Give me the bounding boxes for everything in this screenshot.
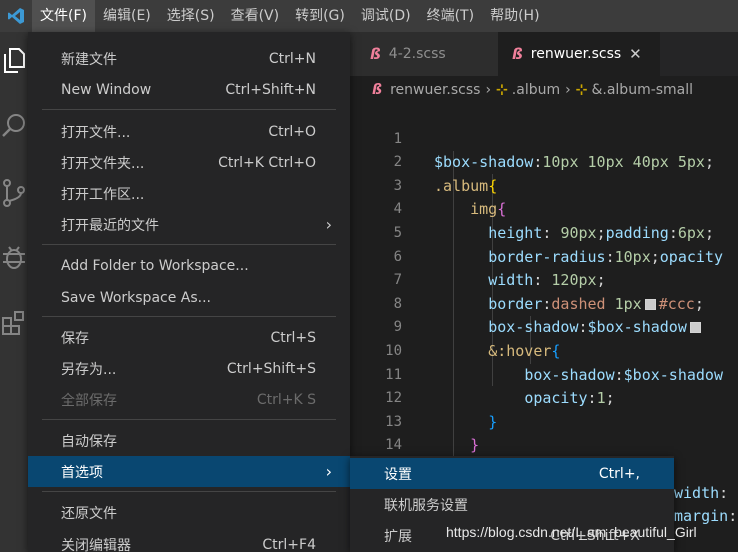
menu-item-add-folder[interactable]: Add Folder to Workspace... (28, 250, 350, 281)
code-line: 12 } (350, 364, 738, 431)
code-line: 14 &.album-small{ (350, 411, 738, 478)
menu-item-open-file[interactable]: 打开文件... Ctrl+O (28, 116, 350, 147)
menu-file[interactable]: 文件(F) (32, 0, 95, 32)
code-line: 2 .album{ (350, 128, 738, 195)
tab-label: 4-2.scss (388, 46, 446, 62)
chevron-right-icon: › (565, 82, 571, 98)
menu-item-new-file[interactable]: 新建文件 Ctrl+N (28, 43, 350, 74)
source-control-icon[interactable] (0, 178, 28, 208)
tab-renwuer-scss[interactable]: ß renwuer.scss ✕ (498, 32, 660, 76)
menu-separator (42, 316, 336, 317)
code-line: 8 box-shadow:$box-shadow (350, 269, 738, 336)
tab-label: renwuer.scss (530, 46, 622, 62)
menu-item-save-all: 全部保存 Ctrl+K S (61, 391, 316, 409)
code-line: 10 box-shadow:$box-shadow (350, 316, 738, 384)
code-line: 15 img{ (350, 434, 738, 502)
menu-item-preferences[interactable]: 首选项 › (28, 456, 350, 487)
menu-selection[interactable]: 选择(S) (159, 0, 223, 32)
code-line: 1 $box-shadow:10px 10px 40px 5px; (350, 104, 738, 172)
breadcrumb-symbol[interactable]: .album (512, 82, 560, 98)
menu-item-open-folder[interactable]: 打开文件夹... Ctrl+K Ctrl+O (28, 147, 350, 178)
explorer-icon[interactable] (0, 46, 28, 74)
tab-4-2-scss[interactable]: ß 4-2.scss (350, 32, 498, 76)
submenu-item-online-services[interactable]: 联机服务设置 (350, 489, 674, 520)
vscode-logo-icon (0, 0, 32, 32)
menu-separator (42, 419, 336, 420)
menu-debug[interactable]: 调试(D) (353, 0, 419, 32)
menu-item-open-workspace[interactable]: 打开工作区... (28, 178, 350, 209)
sass-icon: ß (512, 45, 523, 63)
code-line: 7 border:dashed 1px #ccc; (350, 246, 738, 313)
menu-item-open-recent[interactable]: 打开最近的文件 › (28, 209, 350, 240)
menu-terminal[interactable]: 终端(T) (419, 0, 482, 32)
menu-edit[interactable]: 编辑(E) (95, 0, 159, 32)
chevron-right-icon: › (325, 215, 332, 234)
code-line: 5 border-radius:10px;opacity (350, 198, 738, 266)
breadcrumb-symbol[interactable]: &.album-small (591, 82, 693, 98)
menu-separator (42, 491, 336, 492)
breadcrumb-file[interactable]: renwuer.scss (390, 82, 480, 98)
activity-bar (0, 32, 28, 552)
extensions-icon[interactable] (0, 308, 28, 336)
symbol-class-icon: ⊹ (575, 82, 588, 98)
menu-go[interactable]: 转到(G) (287, 0, 353, 32)
search-icon[interactable] (0, 112, 28, 140)
sass-icon: ß (372, 82, 383, 98)
menu-separator (42, 244, 336, 245)
menu-item-save[interactable]: 保存 Ctrl+S (28, 322, 350, 353)
file-menu: 新建文件 Ctrl+N New Window Ctrl+Shift+N 打开文件… (28, 32, 350, 552)
menu-item-new-window[interactable]: New Window Ctrl+Shift+N (28, 74, 350, 105)
code-line: 9 &:hover{ (350, 293, 738, 360)
menu-bar: 文件(F) 编辑(E) 选择(S) 查看(V) 转到(G) 调试(D) 终端(T… (32, 0, 548, 32)
editor-tabs: ß 4-2.scss ß renwuer.scss ✕ (350, 32, 738, 76)
chevron-right-icon: › (485, 82, 492, 98)
code-line: 11 opacity:1; (350, 340, 738, 408)
menu-separator (42, 109, 336, 110)
breadcrumb: ß renwuer.scss › ⊹ .album › ⊹ &.album-sm… (350, 76, 738, 104)
menu-help[interactable]: 帮助(H) (482, 0, 547, 32)
code-line: 13 } (350, 387, 738, 455)
submenu-item-settings[interactable]: 设置 Ctrl+, (350, 458, 674, 489)
menu-view[interactable]: 查看(V) (223, 0, 288, 32)
watermark-text: https://blog.csdn.net/I_am_beautiful_Gir… (446, 524, 697, 540)
close-icon[interactable]: ✕ (629, 45, 642, 63)
symbol-class-icon: ⊹ (496, 82, 508, 98)
menu-item-close-editor[interactable]: 关闭编辑器 Ctrl+F4 (28, 529, 350, 552)
menu-item-revert-file[interactable]: 还原文件 (28, 497, 350, 528)
title-bar: 文件(F) 编辑(E) 选择(S) 查看(V) 转到(G) 调试(D) 终端(T… (0, 0, 738, 32)
menu-item-save-as[interactable]: 另存为... Ctrl+Shift+S (28, 353, 350, 384)
menu-item-auto-save[interactable]: 自动保存 (28, 425, 350, 456)
code-line: 3 img{ (350, 151, 738, 219)
sass-icon: ß (370, 45, 381, 63)
debug-icon[interactable] (0, 242, 28, 272)
code-line: 6 width: 120px; (350, 222, 738, 290)
menu-item-save-workspace[interactable]: Save Workspace As... (28, 282, 350, 313)
chevron-right-icon: › (325, 462, 332, 481)
code-line: 4 height: 90px;padding:6px; (350, 175, 738, 242)
